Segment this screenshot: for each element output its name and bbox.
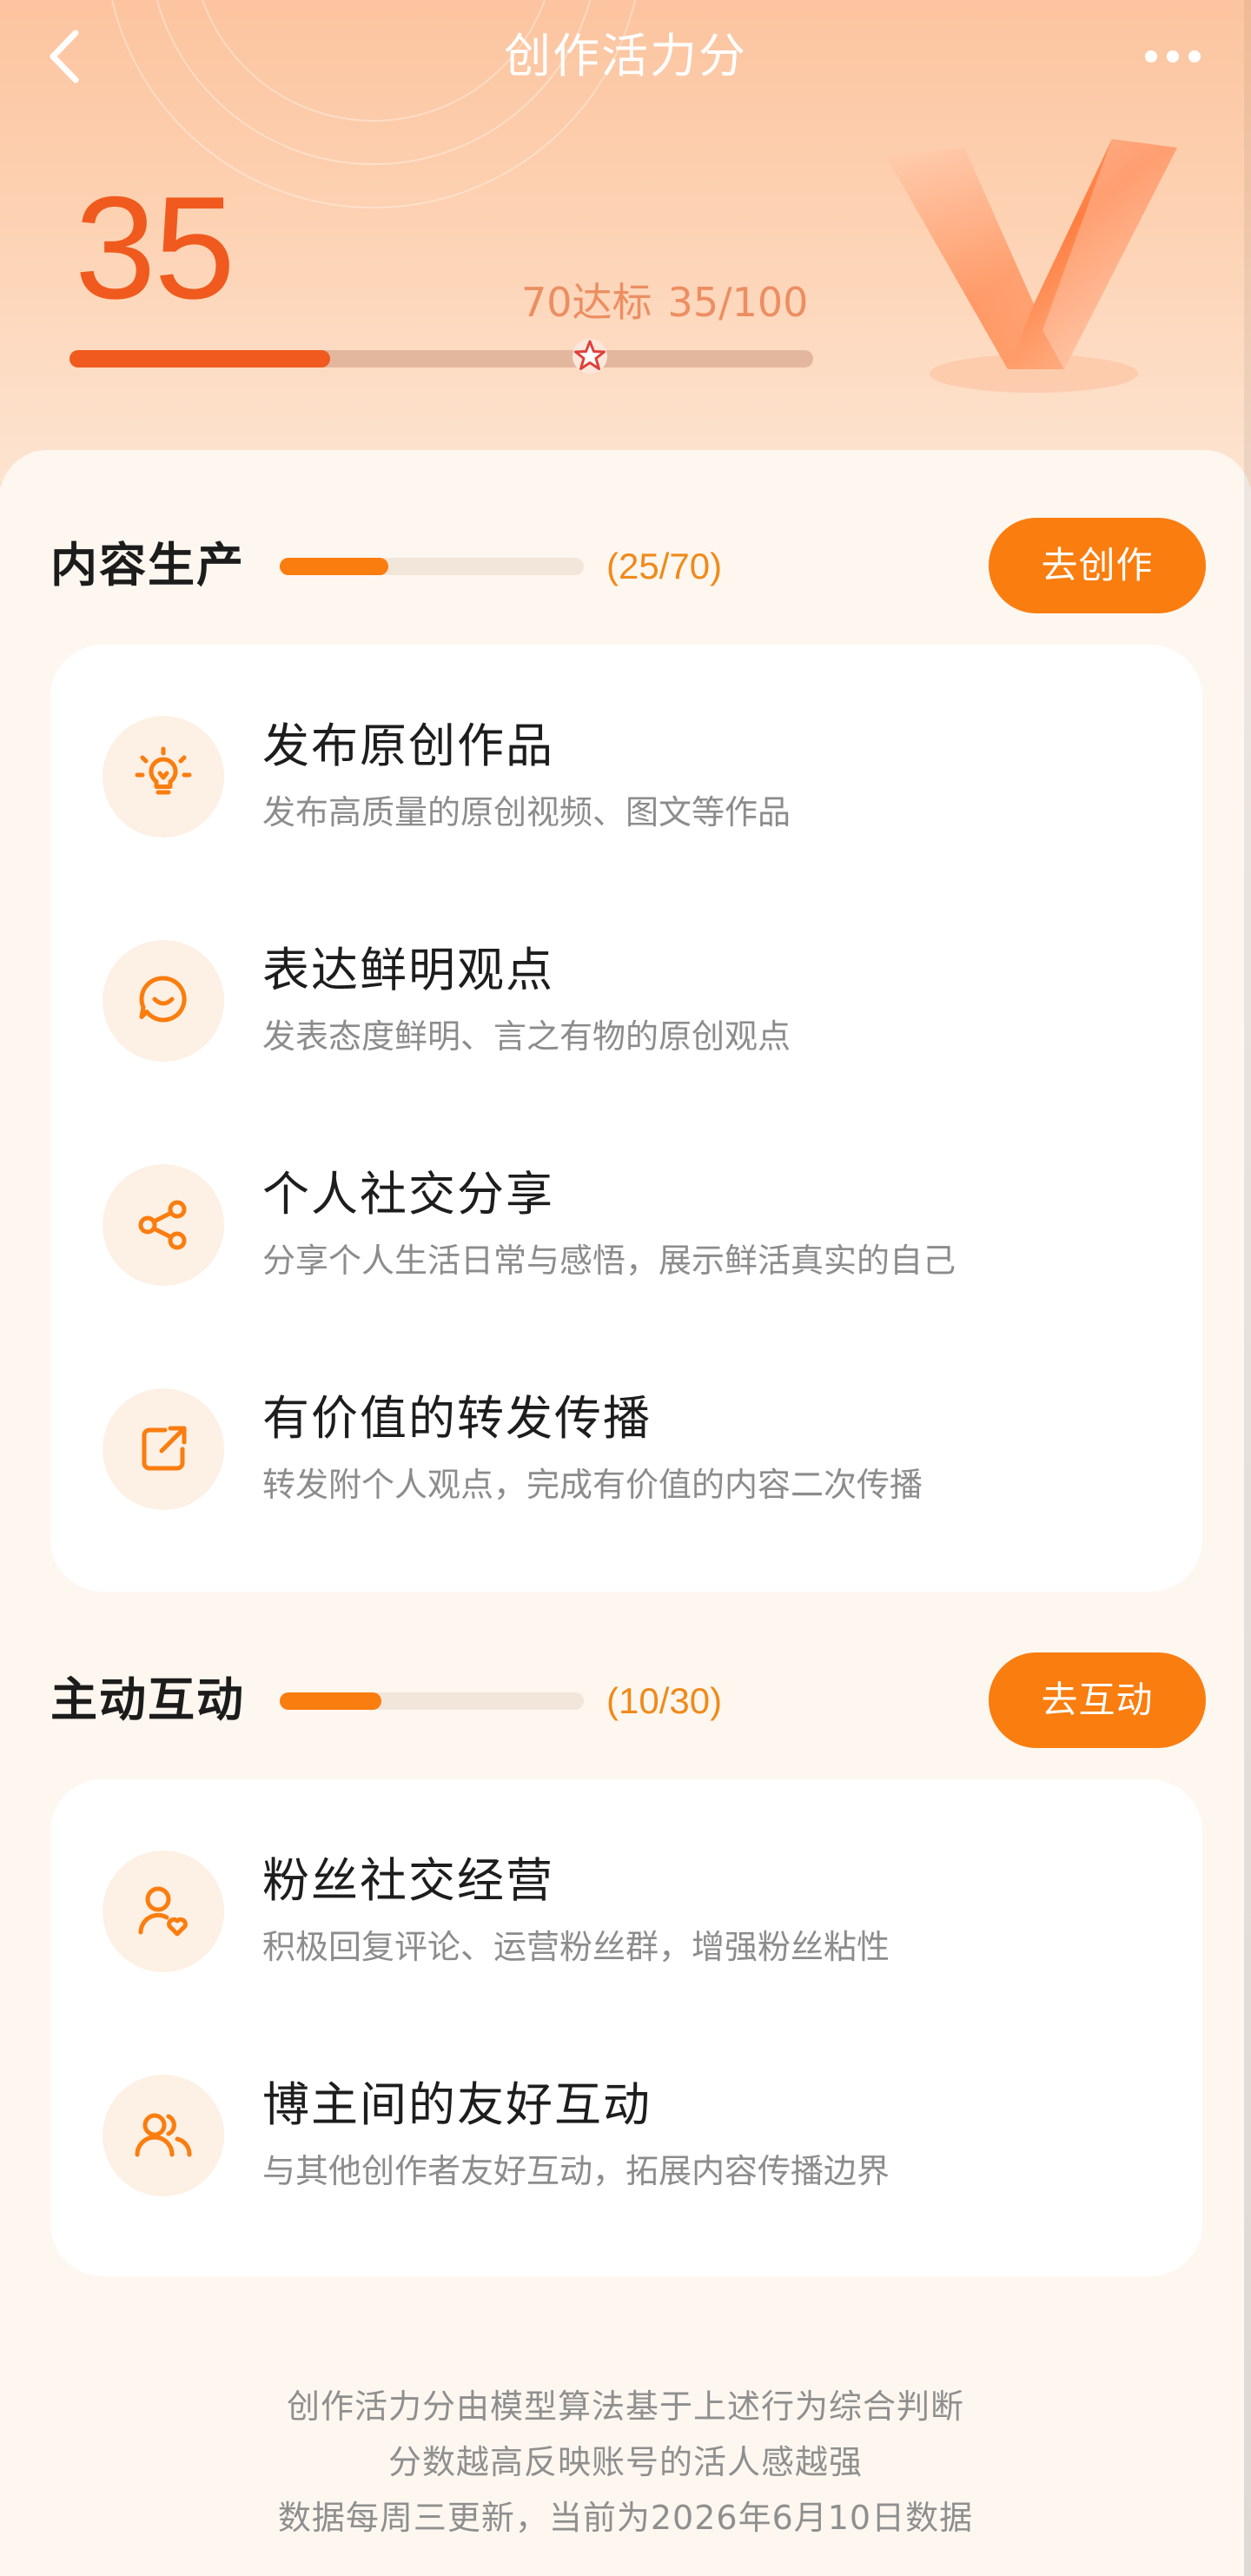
task-card: 发布原创作品 发布高质量的原创视频、图文等作品 表达鲜明观点 发表态度鲜明、言之…	[50, 645, 1202, 1592]
section-progress-bar	[280, 558, 584, 575]
item-title: 发布原创作品	[262, 718, 554, 773]
nav-bar: 创作活力分	[0, 0, 1251, 122]
footer-line: 数据每周三更新，当前为2026年6月10日数据	[277, 2499, 974, 2537]
star-icon	[571, 337, 609, 375]
more-button[interactable]	[1129, 26, 1216, 87]
section-progress-fill	[280, 1692, 381, 1710]
item-title: 表达鲜明观点	[262, 943, 554, 997]
item-title: 粉丝社交经营	[262, 1853, 554, 1908]
item-desc: 与其他创作者友好互动，拓展内容传播边界	[262, 2152, 890, 2190]
item-title: 有价值的转发传播	[262, 1391, 652, 1446]
share-icon	[103, 1164, 224, 1286]
score-progress-fill	[70, 350, 330, 368]
item-desc: 积极回复评论、运营粉丝群，增强粉丝粘性	[262, 1928, 890, 1966]
lightbulb-icon	[103, 716, 224, 838]
more-dots-icon	[1145, 50, 1157, 63]
create-button[interactable]: 去创作	[989, 518, 1206, 613]
scrollbar[interactable]	[1244, 0, 1251, 2576]
target-label: 70达标	[521, 279, 652, 326]
section-title: 主动互动	[50, 1672, 245, 1727]
more-dots-icon	[1167, 50, 1179, 63]
section-title: 内容生产	[50, 538, 245, 593]
item-title: 博主间的友好互动	[262, 2077, 652, 2132]
interact-button[interactable]: 去互动	[989, 1652, 1206, 1748]
item-title: 个人社交分享	[262, 1167, 554, 1222]
section-progress-fill	[280, 558, 388, 575]
item-desc: 发布高质量的原创视频、图文等作品	[262, 793, 791, 831]
task-card: 粉丝社交经营 积极回复评论、运营粉丝群，增强粉丝粘性 博主间的友好互动 与其他创…	[50, 1779, 1202, 2276]
section-interaction: 主动互动 (10/30) 去互动	[50, 1652, 1206, 1748]
list-item[interactable]: 粉丝社交经营 积极回复评论、运营粉丝群，增强粉丝粘性	[50, 1779, 1202, 1972]
list-item[interactable]: 有价值的转发传播 转发附个人观点，完成有价值的内容二次传播	[50, 1317, 1202, 1510]
v-badge-logo	[886, 139, 1177, 393]
item-desc: 转发附个人观点，完成有价值的内容二次传播	[262, 1466, 923, 1504]
section-progress-bar	[280, 1692, 584, 1710]
list-item[interactable]: 发布原创作品 发布高质量的原创视频、图文等作品	[50, 645, 1202, 838]
item-desc: 分享个人生活日常与感悟，展示鲜活真实的自己	[262, 1242, 956, 1280]
footer-line: 创作活力分由模型算法基于上述行为综合判断	[286, 2387, 964, 2426]
score-progress-text: 35/100	[667, 279, 809, 326]
forward-icon	[103, 1388, 224, 1510]
list-item[interactable]: 博主间的友好互动 与其他创作者友好互动，拓展内容传播边界	[50, 2003, 1202, 2196]
section-count: (10/30)	[606, 1680, 723, 1721]
score-progress-bar	[70, 350, 813, 368]
more-dots-icon	[1188, 50, 1201, 63]
users-icon	[103, 2075, 224, 2196]
list-item[interactable]: 个人社交分享 分享个人生活日常与感悟，展示鲜活真实的自己	[50, 1093, 1202, 1286]
page-title: 创作活力分	[504, 29, 747, 83]
item-desc: 发表态度鲜明、言之有物的原创观点	[262, 1017, 791, 1056]
footer-note: 创作活力分由模型算法基于上述行为综合判断 分数越高反映账号的活人感越强 数据每周…	[0, 2379, 1251, 2546]
user-heart-icon	[103, 1851, 224, 1972]
list-item[interactable]: 表达鲜明观点 发表态度鲜明、言之有物的原创观点	[50, 869, 1202, 1062]
section-count: (25/70)	[606, 546, 723, 586]
footer-line: 分数越高反映账号的活人感越强	[387, 2443, 863, 2481]
content-panel: 内容生产 (25/70) 去创作 发布原创作品 发布高质量的原创视频、图文等作品	[0, 450, 1251, 2576]
section-content-production: 内容生产 (25/70) 去创作	[50, 518, 1206, 613]
score-target: 70达标 35/100	[521, 276, 808, 328]
score-value: 35	[75, 166, 235, 329]
chat-bubble-icon	[103, 940, 224, 1062]
